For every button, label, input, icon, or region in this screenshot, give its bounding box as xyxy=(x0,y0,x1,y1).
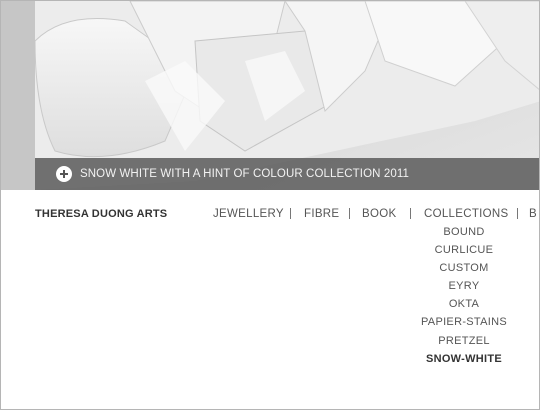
nav-separator xyxy=(517,208,518,219)
submenu-item-snow-white[interactable]: SNOW-WHITE xyxy=(406,352,522,370)
page-frame: SNOW WHITE WITH A HINT OF COLOUR COLLECT… xyxy=(0,0,540,410)
submenu-item-curlicue[interactable]: CURLICUE xyxy=(406,243,522,261)
submenu-item-pretzel[interactable]: PRETZEL xyxy=(406,334,522,352)
plus-icon[interactable] xyxy=(56,166,72,182)
submenu-item-papier-stains[interactable]: PAPIER-STAINS xyxy=(406,315,522,333)
submenu-item-custom[interactable]: CUSTOM xyxy=(406,261,522,279)
main-nav: JEWELLERY FIBRE BOOK COLLECTIONS B xyxy=(1,208,539,224)
nav-item-jewellery[interactable]: JEWELLERY xyxy=(213,208,284,220)
hero-caption-bar[interactable]: SNOW WHITE WITH A HINT OF COLOUR COLLECT… xyxy=(35,158,539,190)
hero-left-strip xyxy=(1,1,35,190)
nav-item-book[interactable]: BOOK xyxy=(362,208,396,220)
collections-submenu: BOUND CURLICUE CUSTOM EYRY OKTA PAPIER-STAINS… xyxy=(406,225,522,370)
submenu-item-okta[interactable]: OKTA xyxy=(406,297,522,315)
nav-separator xyxy=(290,208,291,219)
submenu-item-bound[interactable]: BOUND xyxy=(406,225,522,243)
nav-item-fibre[interactable]: FIBRE xyxy=(304,208,339,220)
nav-item-truncated[interactable]: B xyxy=(529,208,537,220)
hero-caption[interactable]: SNOW WHITE WITH A HINT OF COLOUR COLLECT… xyxy=(80,168,409,180)
nav-item-collections[interactable]: COLLECTIONS xyxy=(424,208,508,220)
submenu-item-eyry[interactable]: EYRY xyxy=(406,279,522,297)
nav-separator xyxy=(349,208,350,219)
nav-separator xyxy=(410,208,411,219)
